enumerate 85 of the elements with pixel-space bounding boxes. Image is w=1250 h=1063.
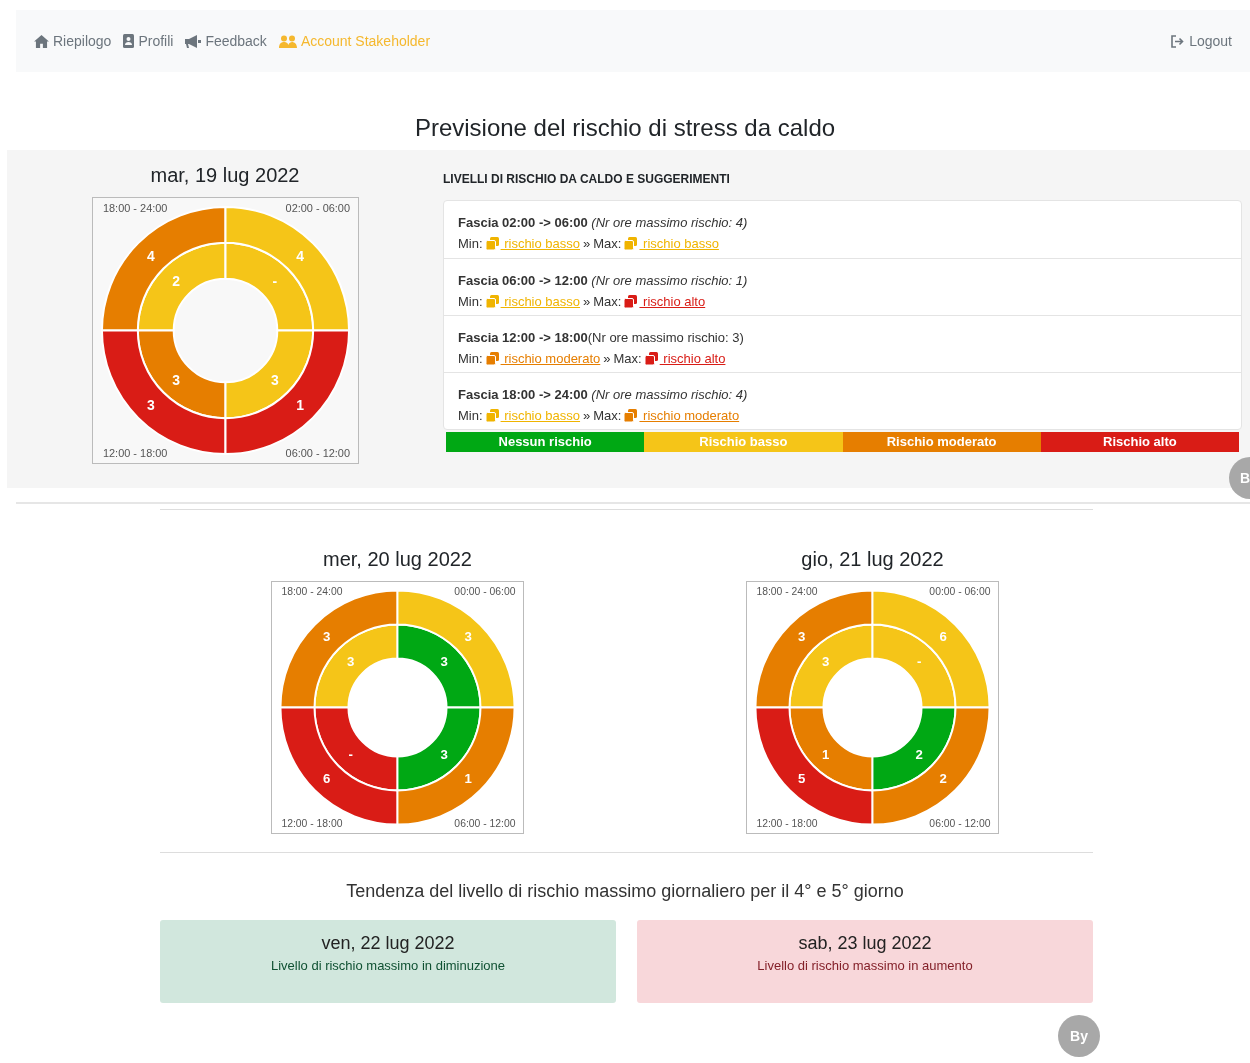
legend-item: Rischio alto [1040,432,1239,452]
time-range-label: 00:00 - 06:00 [929,586,991,598]
risk-link[interactable]: rischio alto [644,348,726,369]
risk-link[interactable]: rischio basso [485,405,581,426]
date-heading: gio, 21 lug 2022 [801,548,944,571]
segment-label: - [917,653,922,669]
risk-link[interactable]: rischio basso [485,291,581,312]
time-range-label: 12:00 - 18:00 [102,447,167,459]
band-title: Fascia 18:00 -> 24:00 (Nr ore massimo rischio: 4) [458,386,749,404]
separator: » [583,235,591,253]
legend-item: Rischio moderato [842,432,1041,452]
time-range-label: 18:00 - 24:00 [281,586,343,598]
legend-item: Rischio basso [644,432,843,452]
separator: » [583,407,591,425]
megaphone-icon [185,34,202,48]
segment-label: 1 [295,397,304,414]
time-range-label: 02:00 - 06:00 [285,201,350,214]
time-range-label: 06:00 - 12:00 [454,818,516,830]
home-icon [34,34,49,48]
nav-link[interactable]: Feedback [185,33,267,49]
trend-text: Livello di rischio massimo in aumento [757,958,973,973]
segment-label: 6 [939,629,947,645]
min-label: Min: [458,407,483,425]
risk-link[interactable]: rischio basso [624,233,719,254]
segment-label: - [348,746,353,762]
page-title: Previsione del rischio di stress da caldo [413,114,837,142]
segment-label: 3 [171,371,180,388]
trend-heading: Tendenza del livello di rischio massimo giornaliero per il 4° e 5° giorno [345,881,905,902]
time-range-label: 12:00 - 18:00 [756,818,818,830]
min-label: Min: [458,293,483,311]
segment-label: 3 [440,653,448,669]
max-label: Max: [593,235,622,253]
nav-link[interactable]: Account Stakeholder [278,33,431,49]
users-icon [278,34,297,48]
time-range-label: 12:00 - 18:00 [281,818,343,830]
logout-link[interactable]: Logout [1171,33,1232,49]
segment-label: 3 [146,397,155,414]
segment-label: 2 [915,746,923,762]
max-label: Max: [593,407,622,425]
segment-label: 2 [939,770,947,786]
segment-label: 4 [146,247,155,264]
segment-label: 3 [323,629,331,645]
max-label: Max: [613,350,642,368]
segment-label: 6 [323,770,331,786]
section-heading: LIVELLI DI RISCHIO DA CALDO E SUGGERIMENTI [443,172,731,186]
logout-icon [1171,34,1186,48]
band-title: Fascia 12:00 -> 18:00(Nr ore massimo rischio: 3) [458,329,745,347]
nav-link[interactable]: Riepilogo [34,33,112,49]
risk-link[interactable]: rischio moderato [624,405,740,426]
segment-label: 3 [270,371,279,388]
segment-label: 3 [347,653,355,669]
risk-link[interactable]: rischio basso [485,233,581,254]
segment-label: 1 [464,770,472,786]
trend-date: sab, 23 lug 2022 [798,933,932,954]
contact-book-icon [123,34,135,48]
time-range-label: 18:00 - 24:00 [756,586,818,598]
time-range-label: 06:00 - 12:00 [929,818,991,830]
time-range-label: 18:00 - 24:00 [102,201,167,214]
segment-label: 3 [822,653,830,669]
risk-link[interactable]: rischio moderato [485,348,601,369]
trend-date: ven, 22 lug 2022 [321,933,455,954]
segment-label: - [272,273,277,290]
nav-link[interactable]: Profili [123,33,174,49]
date-heading: mer, 20 lug 2022 [323,548,472,571]
segment-label: 3 [798,629,806,645]
segment-label: 4 [295,247,304,264]
band-title: Fascia 06:00 -> 12:00 (Nr ore massimo rischio: 1) [458,272,749,290]
band-title: Fascia 02:00 -> 06:00 (Nr ore massimo rischio: 4) [458,214,749,232]
trend-text: Livello di rischio massimo in diminuzione [270,958,506,973]
date-heading: mar, 19 lug 2022 [150,164,300,187]
segment-label: 2 [171,273,180,290]
segment-label: 3 [440,746,448,762]
segment-label: 1 [822,746,830,762]
segment-label: 5 [798,770,806,786]
legend-item: Nessun rischio [446,432,645,452]
floating-badge[interactable]: By [1058,1015,1100,1057]
risk-link[interactable]: rischio alto [624,291,706,312]
time-range-label: 00:00 - 06:00 [454,586,516,598]
min-label: Min: [458,235,483,253]
segment-label: 3 [464,629,472,645]
time-range-label: 06:00 - 12:00 [285,447,350,459]
min-label: Min: [458,350,483,368]
max-label: Max: [593,293,622,311]
separator: » [603,350,611,368]
separator: » [583,293,591,311]
